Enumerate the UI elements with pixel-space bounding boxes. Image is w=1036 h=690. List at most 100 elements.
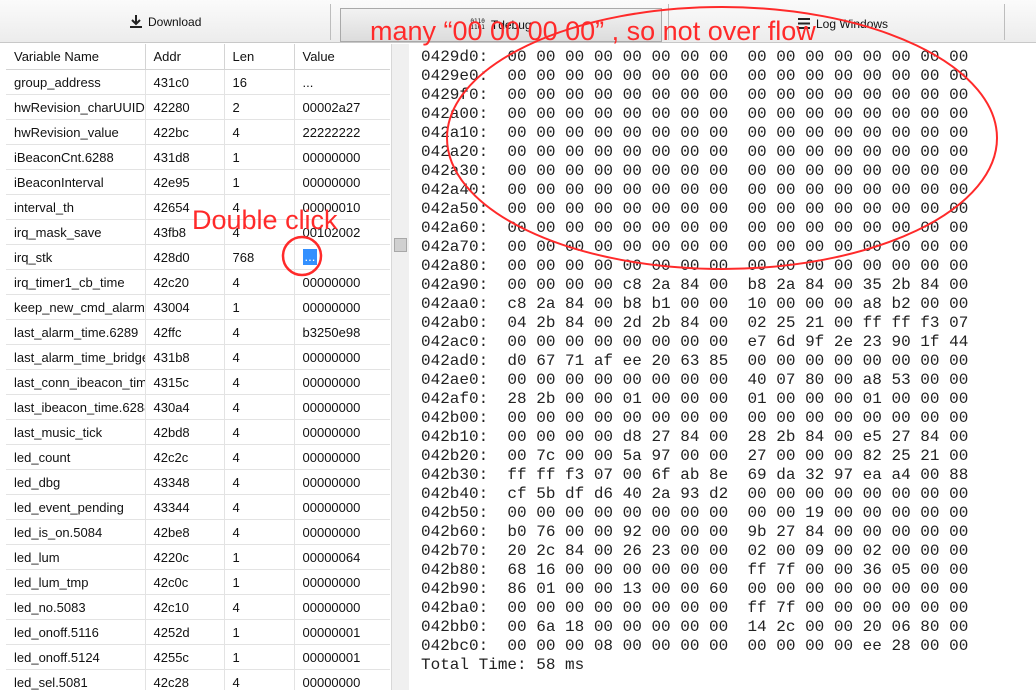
variable-name-cell[interactable]: irq_stk xyxy=(6,244,146,270)
len-cell[interactable]: 4 xyxy=(224,369,295,395)
len-cell[interactable]: 1 xyxy=(224,144,295,170)
len-cell[interactable]: 4 xyxy=(224,669,295,690)
addr-cell[interactable]: 43348 xyxy=(145,469,225,495)
variable-name-cell[interactable]: led_dbg xyxy=(6,469,146,495)
splitter-handle[interactable] xyxy=(394,238,407,252)
value-cell[interactable]: 00000000 xyxy=(294,419,390,445)
value-cell[interactable]: 00000000 xyxy=(294,294,390,320)
table-row[interactable]: iBeaconInterval 42e95 1 00000000 xyxy=(6,169,390,195)
table-row[interactable]: led_lum_tmp 42c0c 1 00000000 xyxy=(6,569,390,595)
len-cell[interactable]: 2 xyxy=(224,94,295,120)
addr-cell[interactable]: 428d0 xyxy=(145,244,225,270)
table-row[interactable]: last_ibeacon_time.6288 430a4 4 00000000 xyxy=(6,394,390,420)
table-row[interactable]: led_no.5083 42c10 4 00000000 xyxy=(6,594,390,620)
value-cell[interactable]: 00002a27 xyxy=(294,94,390,120)
value-cell[interactable]: ... xyxy=(294,244,390,270)
value-cell[interactable]: 00000000 xyxy=(294,494,390,520)
value-cell[interactable]: ... xyxy=(294,69,390,95)
panel-splitter[interactable] xyxy=(391,44,410,690)
len-cell[interactable]: 4 xyxy=(224,444,295,470)
table-row[interactable]: hwRevision_charUUID 42280 2 00002a27 xyxy=(6,94,390,120)
len-cell[interactable]: 1 xyxy=(224,544,295,570)
variable-name-cell[interactable]: hwRevision_charUUID xyxy=(6,94,146,120)
table-row[interactable]: hwRevision_value 422bc 4 22222222 xyxy=(6,119,390,145)
table-row[interactable]: led_onoff.5124 4255c 1 00000001 xyxy=(6,644,390,670)
addr-cell[interactable]: 42c28 xyxy=(145,669,225,690)
variable-name-cell[interactable]: keep_new_cmd_alarm xyxy=(6,294,146,320)
variable-name-cell[interactable]: led_onoff.5116 xyxy=(6,619,146,645)
addr-cell[interactable]: 42ffc xyxy=(145,319,225,345)
value-cell[interactable]: 00000000 xyxy=(294,594,390,620)
addr-cell[interactable]: 4315c xyxy=(145,369,225,395)
addr-cell[interactable]: 430a4 xyxy=(145,394,225,420)
variable-name-cell[interactable]: iBeaconCnt.6288 xyxy=(6,144,146,170)
len-cell[interactable]: 4 xyxy=(224,394,295,420)
len-cell[interactable]: 4 xyxy=(224,119,295,145)
table-row[interactable]: last_conn_ibeacon_time 4315c 4 00000000 xyxy=(6,369,390,395)
table-row[interactable]: led_onoff.5116 4252d 1 00000001 xyxy=(6,619,390,645)
value-cell[interactable]: 00000000 xyxy=(294,394,390,420)
table-row[interactable]: irq_timer1_cb_time 42c20 4 00000000 xyxy=(6,269,390,295)
len-cell[interactable]: 4 xyxy=(224,519,295,545)
value-cell[interactable]: 00000000 xyxy=(294,169,390,195)
variable-name-cell[interactable]: last_conn_ibeacon_time xyxy=(6,369,146,395)
addr-cell[interactable]: 43004 xyxy=(145,294,225,320)
table-row[interactable]: led_count 42c2c 4 00000000 xyxy=(6,444,390,470)
value-cell[interactable]: 00000000 xyxy=(294,669,390,690)
table-row[interactable]: last_alarm_time_bridge 431b8 4 00000000 xyxy=(6,344,390,370)
value-cell[interactable]: 00000000 xyxy=(294,469,390,495)
addr-cell[interactable]: 42c20 xyxy=(145,269,225,295)
addr-cell[interactable]: 42c10 xyxy=(145,594,225,620)
len-cell[interactable]: 4 xyxy=(224,594,295,620)
addr-cell[interactable]: 431d8 xyxy=(145,144,225,170)
variable-name-cell[interactable]: last_alarm_time.6289 xyxy=(6,319,146,345)
variable-name-cell[interactable]: led_event_pending xyxy=(6,494,146,520)
addr-cell[interactable]: 42280 xyxy=(145,94,225,120)
len-cell[interactable]: 1 xyxy=(224,644,295,670)
value-cell[interactable]: 00000000 xyxy=(294,444,390,470)
value-cell[interactable]: 22222222 xyxy=(294,119,390,145)
addr-cell[interactable]: 42be8 xyxy=(145,519,225,545)
variable-name-cell[interactable]: led_onoff.5124 xyxy=(6,644,146,670)
table-row[interactable]: led_is_on.5084 42be8 4 00000000 xyxy=(6,519,390,545)
column-header-variable-name[interactable]: Variable Name xyxy=(6,44,146,70)
variable-name-cell[interactable]: last_music_tick xyxy=(6,419,146,445)
variable-name-cell[interactable]: interval_th xyxy=(6,194,146,220)
addr-cell[interactable]: 43344 xyxy=(145,494,225,520)
selected-value-ellipsis[interactable]: ... xyxy=(302,249,318,265)
column-header-value[interactable]: Value xyxy=(294,44,390,70)
variable-name-cell[interactable]: led_sel.5081 xyxy=(6,669,146,690)
variable-name-cell[interactable]: led_count xyxy=(6,444,146,470)
len-cell[interactable]: 4 xyxy=(224,494,295,520)
table-row[interactable]: iBeaconCnt.6288 431d8 1 00000000 xyxy=(6,144,390,170)
variable-name-cell[interactable]: hwRevision_value xyxy=(6,119,146,145)
table-row[interactable]: keep_new_cmd_alarm 43004 1 00000000 xyxy=(6,294,390,320)
addr-cell[interactable]: 42c2c xyxy=(145,444,225,470)
value-cell[interactable]: 00000001 xyxy=(294,644,390,670)
variable-name-cell[interactable]: led_is_on.5084 xyxy=(6,519,146,545)
addr-cell[interactable]: 4252d xyxy=(145,619,225,645)
variable-name-cell[interactable]: last_alarm_time_bridge xyxy=(6,344,146,370)
variable-name-cell[interactable]: irq_mask_save xyxy=(6,219,146,245)
value-cell[interactable]: 00000000 xyxy=(294,569,390,595)
len-cell[interactable]: 1 xyxy=(224,169,295,195)
download-button[interactable]: Download xyxy=(130,4,201,40)
variable-name-cell[interactable]: group_address xyxy=(6,69,146,95)
len-cell[interactable]: 4 xyxy=(224,319,295,345)
table-row[interactable]: group_address 431c0 16... xyxy=(6,69,390,95)
value-cell[interactable]: 00000000 xyxy=(294,144,390,170)
len-cell[interactable]: 1 xyxy=(224,569,295,595)
value-cell[interactable]: 00000000 xyxy=(294,369,390,395)
variable-name-cell[interactable]: led_lum xyxy=(6,544,146,570)
table-row[interactable]: led_event_pending 43344 4 00000000 xyxy=(6,494,390,520)
column-header-addr[interactable]: Addr xyxy=(145,44,225,70)
value-cell[interactable]: 00000000 xyxy=(294,269,390,295)
value-cell[interactable]: 00000064 xyxy=(294,544,390,570)
value-cell[interactable]: b3250e98 xyxy=(294,319,390,345)
addr-cell[interactable]: 42e95 xyxy=(145,169,225,195)
len-cell[interactable]: 1 xyxy=(224,294,295,320)
len-cell[interactable]: 1 xyxy=(224,619,295,645)
variable-name-cell[interactable]: led_lum_tmp xyxy=(6,569,146,595)
value-cell[interactable]: 00000001 xyxy=(294,619,390,645)
addr-cell[interactable]: 422bc xyxy=(145,119,225,145)
